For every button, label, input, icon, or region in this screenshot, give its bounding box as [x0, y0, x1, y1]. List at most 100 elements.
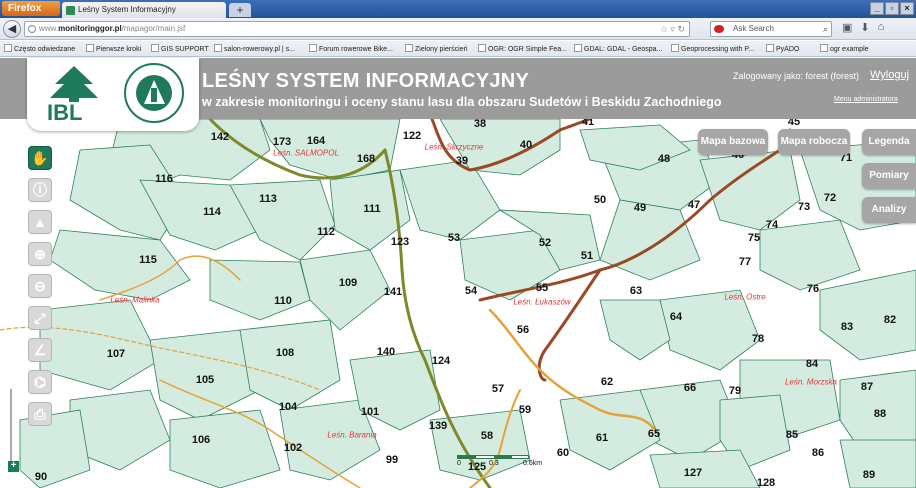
bookmark-item[interactable]: Forum rowerowe Bike...: [309, 44, 393, 53]
restore-icon[interactable]: ▫: [885, 2, 899, 15]
compartment-label: 109: [338, 277, 358, 289]
scale-bar: 0 0.3 0.6km: [457, 455, 542, 469]
home-icon[interactable]: ⌂: [878, 21, 885, 34]
compartment-label: 112: [317, 226, 335, 238]
compartment-label: 51: [580, 250, 594, 262]
zoom-out-tool[interactable]: ⊖: [28, 274, 52, 298]
ibl-logo-text: IBL: [47, 100, 82, 125]
bookmark-item[interactable]: GIS SUPPORT: [151, 44, 209, 53]
bookmark-item[interactable]: OGR: OGR Simple Fea...: [478, 44, 567, 53]
search-placeholder: Ask Search: [733, 24, 774, 33]
compartment-label: 102: [283, 442, 303, 454]
measure-area-tool[interactable]: ⌬: [28, 370, 52, 394]
download-icon[interactable]: ⬇: [860, 21, 869, 34]
zoom-in-tool[interactable]: ⊕: [28, 242, 52, 266]
compartment-label: 99: [385, 454, 399, 466]
forest-district-label: Leśn. Malinka: [110, 295, 160, 305]
search-bar[interactable]: Ask Search ⌕: [710, 21, 832, 37]
admin-menu-link[interactable]: Menu administratora: [834, 96, 898, 103]
identify-tool[interactable]: ⓘ: [28, 178, 52, 202]
compartment-label: 110: [274, 295, 292, 307]
compartment-label: 60: [556, 447, 570, 459]
feature-info-tool[interactable]: ▲: [28, 210, 52, 234]
compartment-label: 107: [106, 348, 126, 360]
measurements-button[interactable]: Pomiary: [862, 163, 916, 189]
bookmark-item[interactable]: Geoprocessing with P...: [671, 44, 754, 53]
compartment-label: 72: [823, 192, 837, 204]
zoom-plus-button[interactable]: +: [8, 461, 19, 472]
url-path: /mapagor/main.jsf: [121, 24, 186, 33]
forest-district-label: Leśn. Łukaszów: [513, 297, 571, 307]
addon-icon[interactable]: ▣: [842, 21, 852, 34]
back-arrow-icon[interactable]: ◀: [3, 20, 21, 38]
pan-hand-tool[interactable]: ✋: [28, 146, 52, 170]
compartment-label: 47: [687, 199, 701, 211]
base-map-button[interactable]: Mapa bazowa: [698, 129, 768, 155]
compartment-label: 57: [491, 383, 505, 395]
ask-engine-icon[interactable]: [714, 25, 724, 33]
scale-label-0: 0: [457, 460, 461, 467]
browser-navbar: ◀ www.monitoringgor.pl/mapagor/main.jsf …: [0, 18, 916, 40]
compartment-label: 140: [376, 346, 396, 358]
new-tab-button[interactable]: +: [229, 3, 251, 17]
page-icon: [214, 44, 222, 52]
page-icon: [151, 44, 159, 52]
compartment-label: 66: [683, 382, 697, 394]
firefox-menu-button[interactable]: Firefox: [2, 1, 60, 16]
zoom-in-icon: ⊕: [34, 246, 46, 262]
feature-info-icon: ▲: [33, 214, 47, 230]
print-tool[interactable]: ⎙: [28, 402, 52, 426]
url-prefix: www.: [39, 24, 59, 33]
compartment-label: 62: [600, 376, 614, 388]
legend-button[interactable]: Legenda: [862, 129, 916, 155]
bookmark-star-icon[interactable]: ☆ ▿ ↻: [660, 22, 685, 36]
compartment-label: 61: [595, 432, 609, 444]
compartment-label: 76: [806, 283, 820, 295]
measure-line-tool[interactable]: ∠: [28, 338, 52, 362]
url-domain: monitoringgor.pl: [58, 24, 122, 33]
bookmark-item[interactable]: PyADO: [766, 44, 799, 53]
compartment-label: 164: [306, 135, 326, 147]
working-map-button[interactable]: Mapa robocza: [778, 129, 850, 155]
compartment-label: 122: [402, 130, 422, 142]
bookmark-item[interactable]: Pierwsze kroki: [86, 44, 141, 53]
compartment-label: 63: [629, 285, 643, 297]
browser-tab[interactable]: Leśny System Informacyjny: [62, 2, 226, 18]
bookmark-item[interactable]: GDAL: GDAL - Geospa...: [574, 44, 662, 53]
compartment-label: 79: [728, 385, 742, 397]
close-icon[interactable]: ×: [900, 2, 914, 15]
bookmark-item[interactable]: ogr example: [820, 44, 869, 53]
compartment-label: 65: [647, 428, 661, 440]
compartment-label: 105: [195, 374, 215, 386]
compartment-label: 89: [862, 469, 876, 481]
zoom-slider[interactable]: [10, 389, 16, 461]
compartment-label: 74: [765, 219, 779, 231]
compartment-label: 142: [210, 131, 230, 143]
map-canvas[interactable]: 142 173 164 122 38 41 45 116 168 39 40 4…: [0, 119, 916, 488]
analyses-button[interactable]: Analizy: [862, 197, 916, 223]
globe-icon: [28, 25, 36, 33]
url-bar[interactable]: www.monitoringgor.pl/mapagor/main.jsf ☆ …: [24, 21, 690, 37]
compartment-label: 168: [356, 153, 376, 165]
search-icon[interactable]: ⌕: [823, 22, 828, 36]
compartment-label: 139: [428, 420, 448, 432]
page-icon: [478, 44, 486, 52]
compartment-label: 113: [259, 193, 277, 205]
zoom-out-icon: ⊖: [34, 278, 46, 294]
compartment-label: 54: [464, 285, 478, 297]
bookmark-item[interactable]: Często odwiedzane: [4, 44, 75, 53]
full-extent-tool[interactable]: ⤢: [28, 306, 52, 330]
logout-link[interactable]: Wyloguj: [870, 69, 909, 81]
compartment-label: 108: [275, 347, 295, 359]
bookmark-item[interactable]: Zielony pierścień: [405, 44, 468, 53]
compartment-label: 55: [535, 282, 549, 294]
minimize-icon[interactable]: _: [870, 2, 884, 15]
compartment-label: 59: [518, 404, 532, 416]
bookmark-item[interactable]: salon-rowerowy.pl | s...: [214, 44, 295, 53]
page-icon: [309, 44, 317, 52]
compartment-label: 58: [480, 430, 494, 442]
page-title: LEŚNY SYSTEM INFORMACYJNY: [202, 70, 530, 92]
compartment-label: 53: [447, 232, 461, 244]
compartment-label: 123: [390, 236, 410, 248]
page-icon: [766, 44, 774, 52]
